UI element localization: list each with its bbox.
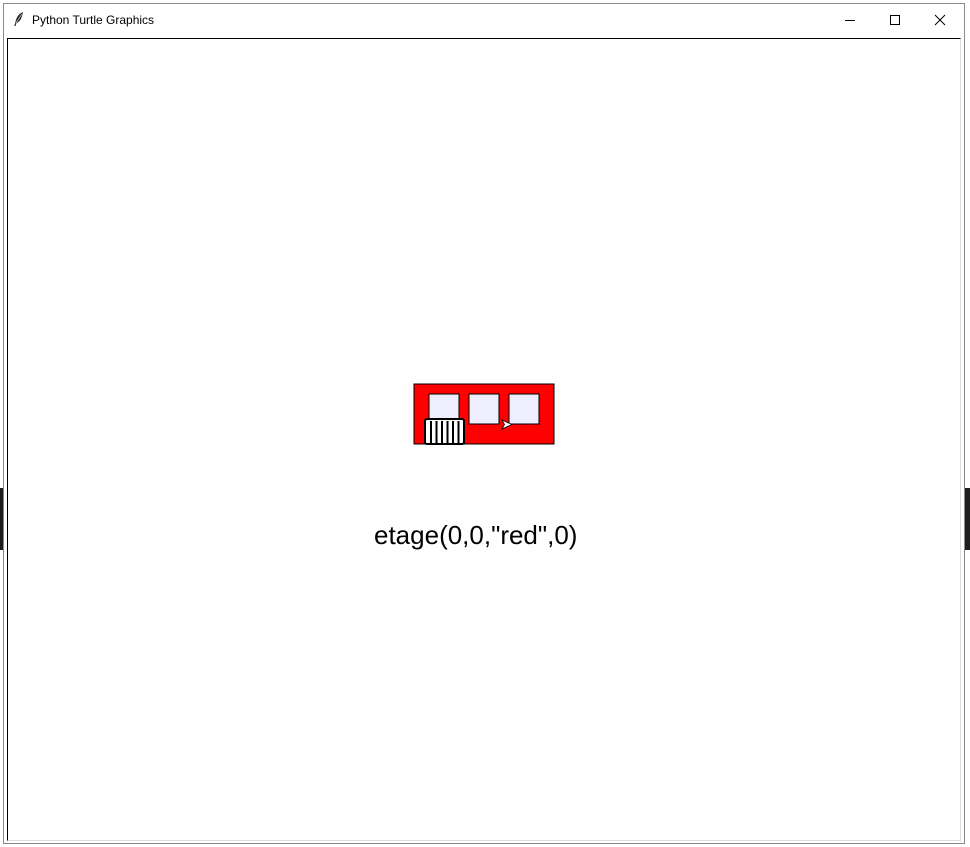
maximize-button[interactable] (872, 4, 918, 35)
turtle-canvas[interactable]: etage(0,0,"red",0) (7, 38, 961, 841)
turtle-window: Python Turtle Graphics etage(0,0,"red",0… (3, 3, 965, 844)
close-icon (934, 14, 946, 25)
building-drawing (413, 383, 555, 445)
building-window (508, 393, 540, 425)
maximize-icon (890, 14, 900, 25)
building-door (424, 418, 465, 445)
close-button[interactable] (917, 4, 963, 35)
feather-icon (12, 11, 26, 27)
building-window (468, 393, 500, 425)
canvas-label: etage(0,0,"red",0) (374, 520, 578, 550)
minimize-button[interactable] (827, 4, 873, 35)
title-bar[interactable]: Python Turtle Graphics (4, 4, 964, 36)
window-title: Python Turtle Graphics (32, 13, 155, 27)
minimize-icon (845, 19, 855, 21)
